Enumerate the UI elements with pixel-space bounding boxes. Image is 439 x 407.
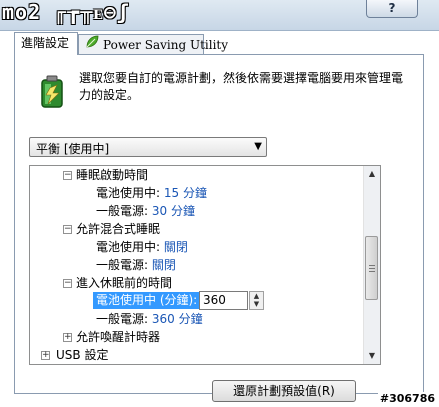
tree-scrollbar[interactable]: ▲ ▼ xyxy=(363,166,380,364)
expand-icon[interactable]: + xyxy=(63,333,72,342)
tree-item-sleep-timer[interactable]: 睡眠啟動時間 xyxy=(76,166,148,184)
tree-item-hybrid-battery[interactable]: 電池使用中: 關閉 xyxy=(96,238,188,256)
image-tag: #306786 xyxy=(377,392,437,405)
scroll-up-icon[interactable]: ▲ xyxy=(364,166,380,182)
expand-icon[interactable]: + xyxy=(41,351,50,360)
tree-item-hybrid-ac[interactable]: 一般電源: 關閉 xyxy=(96,256,176,274)
tree-item-wake-timers[interactable]: 允許喚醒計時器 xyxy=(76,328,160,346)
spin-down-icon[interactable]: ▼ xyxy=(250,300,263,308)
hybrid-battery-value: 關閉 xyxy=(163,240,188,254)
power-plan-value: 平衡 [使用中] xyxy=(36,142,110,156)
power-plan-select[interactable]: 平衡 [使用中] ▼ xyxy=(29,137,267,157)
tree-item-sleep-battery[interactable]: 電池使用中: 15 分鐘 xyxy=(96,184,207,202)
tree-item-hybrid-sleep[interactable]: 允許混合式睡眠 xyxy=(76,220,160,238)
hibernate-minutes-input[interactable]: 360 xyxy=(199,291,248,310)
tab-label: 進階設定 xyxy=(21,36,70,50)
restore-defaults-button[interactable]: 還原計劃預設值(R) xyxy=(212,380,356,402)
tab-advanced-settings[interactable]: 進階設定 xyxy=(14,32,78,55)
collapse-icon[interactable]: − xyxy=(63,171,72,180)
settings-tree[interactable]: − 睡眠啟動時間 電池使用中: 15 分鐘 一般電源: 30 分鐘 − 允許混合… xyxy=(29,165,381,365)
tab-power-saving-utility[interactable]: Power Saving Utility xyxy=(78,34,228,56)
scroll-down-icon[interactable]: ▼ xyxy=(364,348,380,364)
hybrid-ac-value: 關閉 xyxy=(151,258,176,272)
sleep-ac-value: 30 分鐘 xyxy=(151,204,195,218)
tree-item-usb[interactable]: USB 設定 xyxy=(56,346,108,364)
chevron-down-icon: ▼ xyxy=(254,141,262,152)
collapse-icon[interactable]: − xyxy=(63,225,72,234)
collapse-icon[interactable]: − xyxy=(63,279,72,288)
tab-label: Power Saving Utility xyxy=(103,38,229,52)
scroll-thumb[interactable] xyxy=(365,236,378,300)
hibernate-minutes-stepper[interactable]: ▲ ▼ xyxy=(249,291,264,310)
title-bar: mo2 ╓┲╥ᴇ⊖ʃ ? xyxy=(0,0,439,31)
intro-text: 選取您要自訂的電源計劃，然後依需要選擇電腦要用來管理電力的設定。 xyxy=(79,71,404,102)
battery-power-icon xyxy=(36,74,68,113)
help-button[interactable]: ? xyxy=(366,0,418,18)
tree-item-hibernate-ac[interactable]: 一般電源: 360 分鐘 xyxy=(96,310,203,328)
hibernate-battery-label: 電池使用中 (分鐘): xyxy=(93,292,201,309)
leaf-icon xyxy=(85,35,99,56)
tree-item-sleep-ac[interactable]: 一般電源: 30 分鐘 xyxy=(96,202,195,220)
spin-up-icon[interactable]: ▲ xyxy=(250,292,263,300)
watermark: mo2 ╓┲╥ᴇ⊖ʃ xyxy=(2,0,130,24)
hibernate-ac-value: 360 分鐘 xyxy=(151,312,203,326)
tree-item-hibernate[interactable]: 進入休眠前的時間 xyxy=(76,274,172,292)
sleep-battery-value: 15 分鐘 xyxy=(163,186,207,200)
